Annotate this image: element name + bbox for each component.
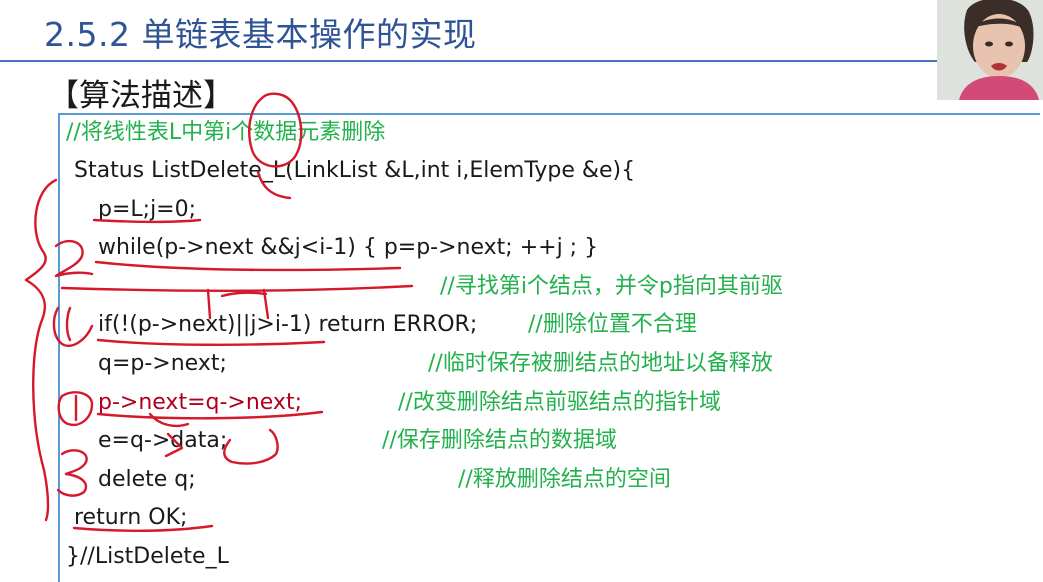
ink-left-brace (24, 178, 58, 522)
slide: 2.5.2 单链表基本操作的实现 【算法描述】 //将线性表L中第i个数据元素删… (0, 0, 1043, 582)
presenter-image (937, 0, 1043, 100)
code-line-delete: delete q; (98, 467, 196, 492)
code-line-while: while(p->next &&j<i-1) { p=p->next; ++j … (98, 235, 599, 260)
code-line-return: return OK; (74, 505, 188, 530)
code-line-init: p=L;j=0; (98, 197, 197, 222)
section-subtitle: 【算法描述】 (48, 78, 234, 114)
code-comment-header: //将线性表L中第i个数据元素删除 (66, 120, 386, 145)
code-line-q: q=p->next; (98, 351, 227, 376)
code-line-if: if(!(p->next)||j>i-1) return ERROR; (98, 312, 478, 337)
code-comment-data: //保存删除结点的数据域 (382, 428, 617, 453)
code-signature: Status ListDelete_L(LinkList &L,int i,El… (74, 158, 636, 183)
title-divider (0, 60, 940, 62)
code-comment-q: //临时保存被删结点的地址以备释放 (428, 351, 773, 376)
code-line-data: e=q->data; (98, 428, 228, 453)
code-line-end: }//ListDelete_L (66, 544, 229, 569)
page-title: 2.5.2 单链表基本操作的实现 (44, 15, 477, 54)
code-comment-delete: //释放删除结点的空间 (458, 467, 671, 492)
code-line-link: p->next=q->next; (98, 390, 302, 415)
code-comment-find: //寻找第i个结点，并令p指向其前驱 (440, 274, 783, 299)
code-comment-link: //改变删除结点前驱结点的指针域 (398, 390, 721, 415)
code-comment-if: //删除位置不合理 (528, 312, 697, 337)
presenter-webcam (937, 0, 1043, 100)
